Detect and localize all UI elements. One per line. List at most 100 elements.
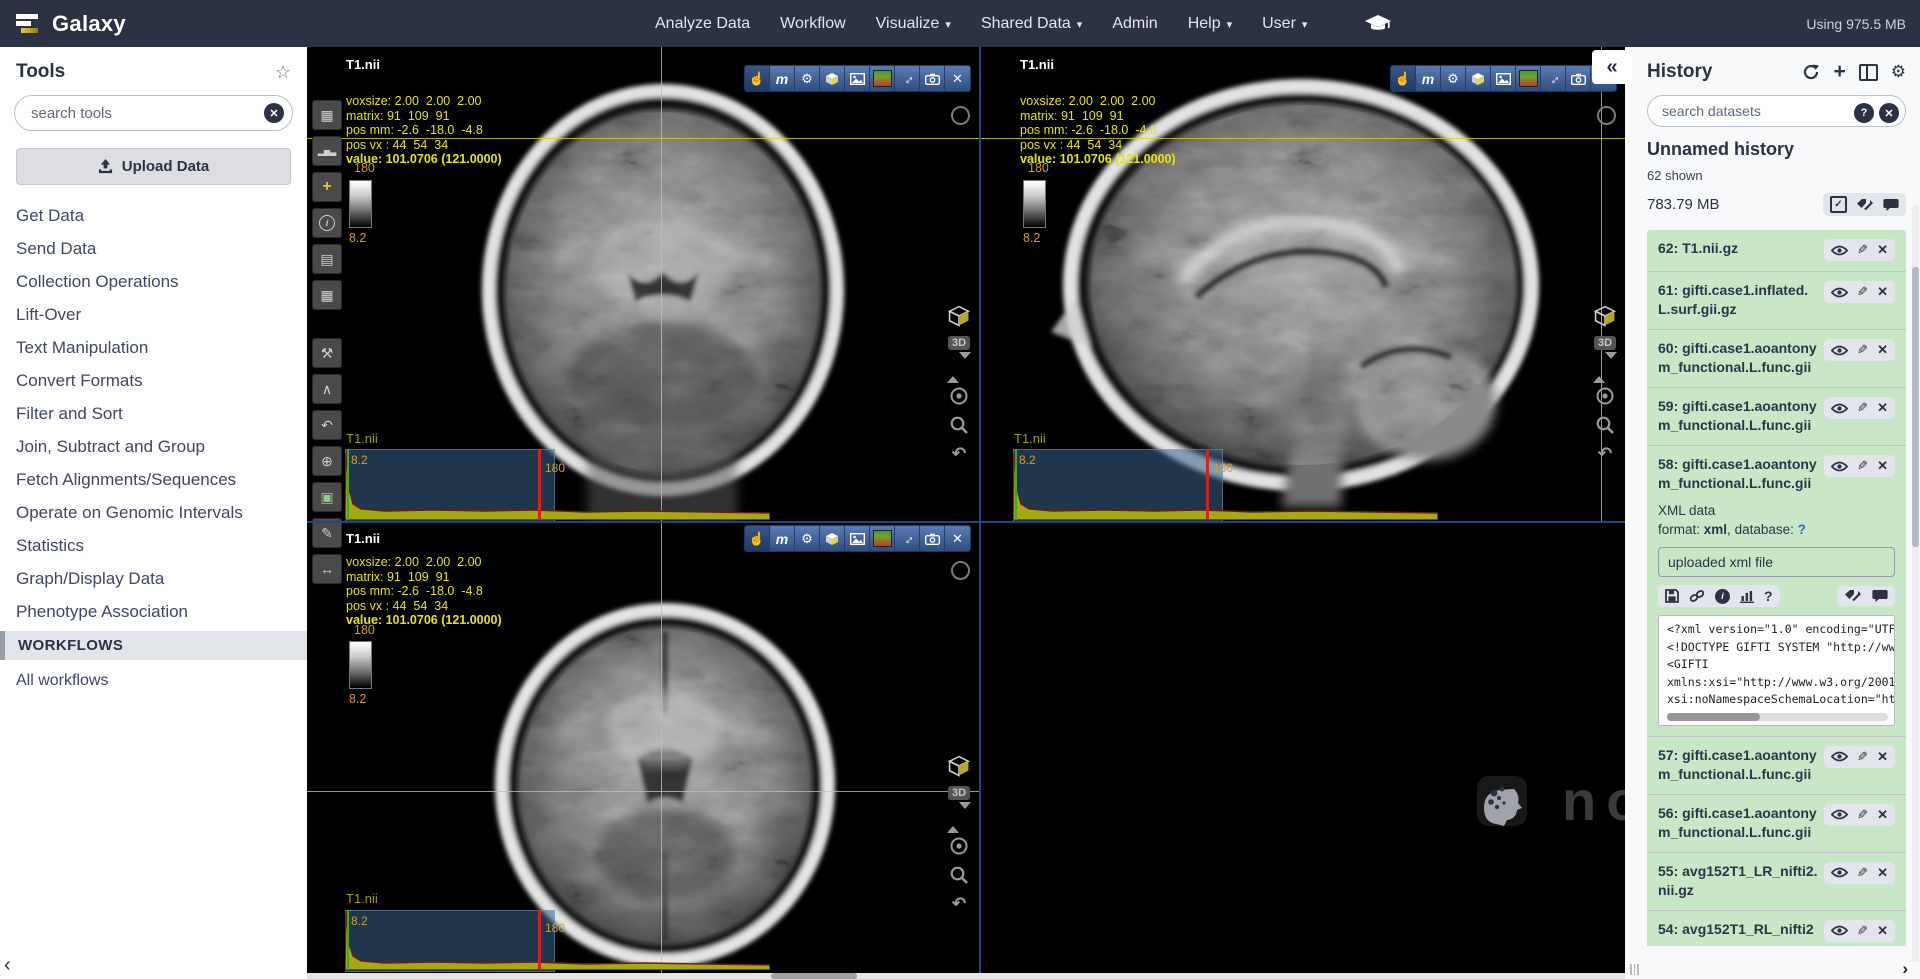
pencil-icon[interactable]: ✎ xyxy=(1857,242,1868,258)
dataset-card[interactable]: ✎ ✕ 57: gifti.case1.aoantonym_functional… xyxy=(1647,736,1906,794)
dataset-title[interactable]: 62: T1.nii.gz xyxy=(1658,240,1738,256)
fullscreen-button[interactable]: ↔ xyxy=(1541,66,1566,91)
camera-button[interactable] xyxy=(920,526,945,551)
disk-usage[interactable]: Using 975.5 MB xyxy=(1806,16,1906,32)
delete-x-icon[interactable]: ✕ xyxy=(1877,342,1888,358)
pan-hand-button[interactable]: ☝ xyxy=(1391,66,1416,91)
eye-icon[interactable] xyxy=(1831,461,1848,472)
colorbar[interactable] xyxy=(349,641,372,689)
charts-icon[interactable] xyxy=(1740,590,1754,603)
nav-shared-data[interactable]: Shared Data▾ xyxy=(981,15,1082,33)
history-options-icon[interactable]: ⚙ xyxy=(1891,62,1906,82)
pencil-icon[interactable]: ✎ xyxy=(1857,923,1868,939)
viewer-panel-empty[interactable]: nora xyxy=(981,523,1625,973)
dataset-title[interactable]: 55: avg152T1_LR_nifti2.nii.gz xyxy=(1658,863,1818,898)
pencil-icon[interactable]: ✎ xyxy=(1857,342,1868,358)
nav-analyze-data[interactable]: Analyze Data xyxy=(655,15,750,33)
clear-search-icon[interactable]: ✕ xyxy=(264,103,284,123)
dataset-card[interactable]: ✎ ✕ 60: gifti.case1.aoantonym_functional… xyxy=(1647,329,1906,387)
pencil-icon[interactable]: ✎ xyxy=(1857,865,1868,881)
layout-grid-button[interactable]: ▦ xyxy=(312,100,342,130)
annotation-icon[interactable] xyxy=(1883,198,1899,212)
collapse-center-button[interactable]: « xyxy=(1592,50,1632,84)
center-target-icon[interactable] xyxy=(949,386,969,406)
dataset-peek[interactable]: <?xml version="1.0" encoding="UTF-8"?> <… xyxy=(1658,615,1895,726)
delete-x-icon[interactable]: ✕ xyxy=(1877,807,1888,823)
record-indicator[interactable] xyxy=(951,561,970,580)
pan-hand-button[interactable]: ☝ xyxy=(745,526,770,551)
delete-x-icon[interactable]: ✕ xyxy=(1877,749,1888,765)
eye-icon[interactable] xyxy=(1831,809,1848,820)
histogram-upper-bound[interactable] xyxy=(538,910,541,970)
scrollbar-thumb[interactable] xyxy=(1667,713,1760,721)
eye-icon[interactable] xyxy=(1831,403,1848,414)
3d-badge[interactable]: 3D xyxy=(1594,336,1616,350)
tool-section-item[interactable]: Convert Formats xyxy=(0,364,307,397)
refresh-history-icon[interactable] xyxy=(1802,64,1820,80)
scrollbar-thumb[interactable] xyxy=(771,973,857,979)
tool-section-item[interactable]: Fetch Alignments/Sequences xyxy=(0,463,307,496)
dataset-card[interactable]: ✎ ✕ 59: gifti.case1.aoantonym_functional… xyxy=(1647,387,1906,445)
select-items-icon[interactable]: ✓ xyxy=(1830,196,1847,213)
settings-button[interactable]: ⚙ xyxy=(795,526,820,551)
colorbar[interactable] xyxy=(1023,180,1046,228)
new-history-icon[interactable]: + xyxy=(1833,62,1845,82)
history-name[interactable]: Unnamed history xyxy=(1647,139,1906,160)
pencil-icon[interactable]: ✎ xyxy=(1857,807,1868,823)
dataset-title[interactable]: 60: gifti.case1.aoantonym_functional.L.f… xyxy=(1658,340,1817,375)
cube-3d-button[interactable] xyxy=(820,66,845,91)
histogram-tool-button[interactable]: ▂▅▃ xyxy=(312,136,342,166)
multi-view-icon[interactable] xyxy=(1859,64,1878,81)
slice-updown-control[interactable] xyxy=(947,359,971,377)
search-help-icon[interactable]: ? xyxy=(1854,103,1874,123)
3d-badge[interactable]: 3D xyxy=(948,336,970,350)
histogram-upper-bound[interactable] xyxy=(1206,449,1209,520)
tool-section-item[interactable]: Statistics xyxy=(0,529,307,562)
eye-icon[interactable] xyxy=(1831,751,1848,762)
atlas-globe-button[interactable]: ⊕ xyxy=(312,446,342,476)
training-mortarboard-icon[interactable] xyxy=(1365,15,1391,33)
cube-3d-icon[interactable] xyxy=(948,305,970,327)
screenshot-image-button[interactable] xyxy=(1491,66,1516,91)
tool-section-item[interactable]: Graph/Display Data xyxy=(0,562,307,595)
zoom-magnifier-icon[interactable] xyxy=(1595,415,1615,435)
pencil-icon[interactable]: ✎ xyxy=(1857,458,1868,474)
colormap-button[interactable] xyxy=(870,526,895,551)
screenshot-image-button[interactable] xyxy=(845,66,870,91)
center-target-icon[interactable] xyxy=(949,836,969,856)
screenshot-image-button[interactable] xyxy=(845,526,870,551)
nav-workflow[interactable]: Workflow xyxy=(780,15,846,33)
tool-section-item[interactable]: Text Manipulation xyxy=(0,331,307,364)
delete-x-icon[interactable]: ✕ xyxy=(1877,242,1888,258)
zoom-magnifier-icon[interactable] xyxy=(949,415,969,435)
apps-grid-icon[interactable] xyxy=(1411,11,1436,36)
tool-section-item[interactable]: Phenotype Association xyxy=(0,595,307,628)
collapse-right-icon[interactable]: › xyxy=(1902,959,1908,979)
record-indicator[interactable] xyxy=(951,106,970,125)
fullscreen-button[interactable]: ↔ xyxy=(895,66,920,91)
delete-x-icon[interactable]: ✕ xyxy=(1877,458,1888,474)
fullscreen-button[interactable]: ↔ xyxy=(895,526,920,551)
tags-icon[interactable] xyxy=(1844,589,1862,603)
undo-icon[interactable]: ↶ xyxy=(952,894,966,914)
dataset-card-expanded[interactable]: ✎ ✕ 58: gifti.case1.aoantonym_functional… xyxy=(1647,445,1906,736)
nav-user[interactable]: User▾ xyxy=(1262,15,1307,33)
camera-button[interactable] xyxy=(920,66,945,91)
histogram-lower-bound[interactable] xyxy=(347,910,349,970)
settings-button[interactable]: ⚙ xyxy=(1441,66,1466,91)
favorites-star-icon[interactable]: ☆ xyxy=(275,62,291,83)
3d-badge[interactable]: 3D xyxy=(948,786,970,800)
colormap-button[interactable] xyxy=(1516,66,1541,91)
tools-wrench-button[interactable]: ⚒ xyxy=(312,338,342,368)
delete-x-icon[interactable]: ✕ xyxy=(1877,923,1888,939)
matrix-view-button[interactable]: ▦ xyxy=(312,280,342,310)
save-floppy-icon[interactable] xyxy=(1665,589,1679,603)
viewer-horizontal-scrollbar[interactable] xyxy=(307,973,1625,979)
zoom-magnifier-icon[interactable] xyxy=(949,865,969,885)
camera-button[interactable] xyxy=(1566,66,1591,91)
histogram-lower-bound[interactable] xyxy=(1015,449,1017,520)
measure-button[interactable]: m xyxy=(770,66,795,91)
slice-updown-control[interactable] xyxy=(947,809,971,827)
dataset-card[interactable]: ✎ ✕ 56: gifti.case1.aoantonym_functional… xyxy=(1647,794,1906,852)
undo-icon[interactable]: ↶ xyxy=(1598,444,1612,464)
